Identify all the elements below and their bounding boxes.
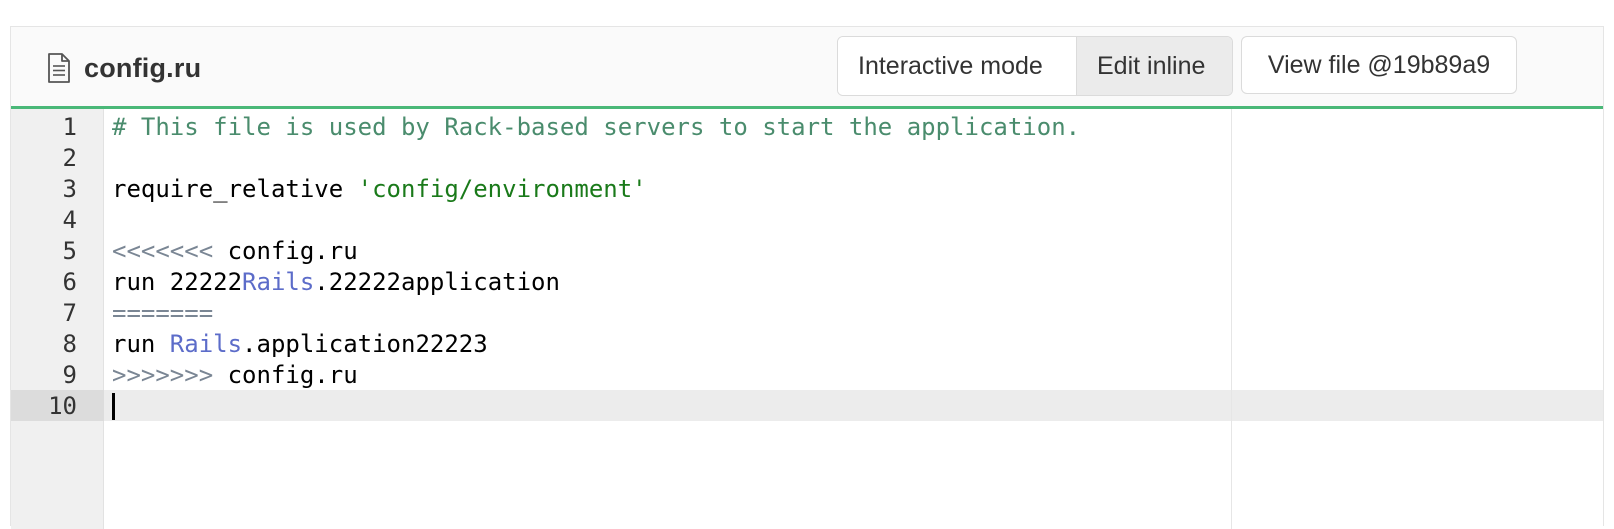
line-content: <<<<<<< config.ru — [112, 236, 358, 267]
line-number: 4 — [62, 206, 77, 234]
line-number: 7 — [62, 299, 77, 327]
token-plain: config.ru — [213, 361, 358, 389]
token-marker: ======= — [112, 299, 214, 327]
edit-mode-toggle: Interactive mode Edit inline — [837, 36, 1233, 96]
code-editor[interactable]: 1 # This file is used by Rack-based serve… — [11, 109, 1603, 529]
line-content: require_relative 'config/environment' — [112, 174, 647, 205]
line-content: # This file is used by Rack-based server… — [112, 112, 1080, 143]
file-header: config.ru Interactive mode Edit inline V… — [11, 27, 1603, 109]
line-content: ======= — [112, 298, 213, 329]
line-content: run Rails.application22223 — [112, 329, 488, 360]
file-editor-panel: config.ru Interactive mode Edit inline V… — [10, 26, 1604, 529]
text-cursor — [112, 393, 115, 420]
token-plain: config.ru — [213, 237, 358, 265]
line-number: 3 — [62, 175, 77, 203]
line-number: 6 — [62, 268, 77, 296]
line-number: 2 — [62, 144, 77, 172]
code-lines[interactable]: 1 # This file is used by Rack-based serve… — [11, 112, 1603, 422]
code-line[interactable]: 10 — [11, 391, 1603, 422]
token-marker: <<<<<<< — [112, 237, 214, 265]
token-plain: run 22222 — [112, 268, 243, 296]
code-line[interactable]: 3 require_relative 'config/environment' — [11, 174, 1603, 205]
file-text-icon — [48, 53, 70, 83]
code-line[interactable]: 7 ======= — [11, 298, 1603, 329]
file-title: config.ru — [47, 51, 201, 85]
view-file-button[interactable]: View file @19b89a9 — [1241, 36, 1517, 94]
code-line[interactable]: 1 # This file is used by Rack-based serve… — [11, 112, 1603, 143]
code-line[interactable]: 8 run Rails.application22223 — [11, 329, 1603, 360]
line-number: 9 — [62, 361, 77, 389]
token-plain: .22222application — [314, 268, 560, 296]
line-number: 8 — [62, 330, 77, 358]
edit-inline-button[interactable]: Edit inline — [1077, 37, 1232, 95]
line-number: 10 — [48, 392, 77, 420]
file-name: config.ru — [84, 52, 202, 83]
code-line[interactable]: 6 run 22222Rails.22222application — [11, 267, 1603, 298]
code-line[interactable]: 5 <<<<<<< config.ru — [11, 236, 1603, 267]
token-plain: .application22223 — [242, 330, 488, 358]
token-plain: require_relative — [112, 175, 358, 203]
token-marker: >>>>>>> — [112, 361, 214, 389]
code-line[interactable]: 2 — [11, 143, 1603, 174]
token-const: Rails — [242, 268, 315, 296]
token-const: Rails — [169, 330, 243, 358]
line-number: 1 — [62, 113, 77, 141]
token-string: 'config/environment' — [357, 175, 647, 203]
token-plain: run — [112, 330, 170, 358]
line-content: >>>>>>> config.ru — [112, 360, 358, 391]
code-line[interactable]: 9 >>>>>>> config.ru — [11, 360, 1603, 391]
token-comment: # This file is used by Rack-based server… — [112, 113, 1081, 141]
code-line[interactable]: 4 — [11, 205, 1603, 236]
line-number: 5 — [62, 237, 77, 265]
line-content: run 22222Rails.22222application — [112, 267, 560, 298]
interactive-mode-button[interactable]: Interactive mode — [838, 37, 1077, 95]
